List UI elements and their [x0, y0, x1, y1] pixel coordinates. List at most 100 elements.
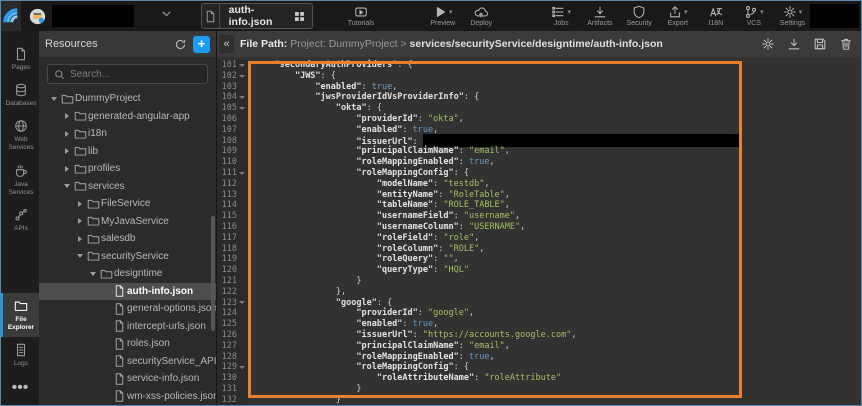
refresh-icon[interactable] — [174, 38, 187, 51]
code-line[interactable]: 125 "enabled": true, — [217, 319, 861, 330]
tree-item-MyJavaService[interactable]: MyJavaService — [39, 213, 216, 231]
caret-right-icon[interactable] — [62, 148, 72, 154]
tree-item-service-info.json[interactable]: service-info.json — [39, 370, 216, 388]
code-line[interactable]: 115 "usernameField": "username", — [217, 211, 861, 222]
code-line[interactable]: 106 "providerId": "okta", — [217, 114, 861, 125]
code-line[interactable]: 123 "google": { — [217, 298, 861, 309]
code-line[interactable]: 103 "enabled": true, — [217, 82, 861, 93]
code-line[interactable]: 118 "roleColumn": "ROLE", — [217, 244, 861, 255]
fold-toggle-icon[interactable] — [237, 172, 246, 175]
tree-item-designtime[interactable]: designtime — [39, 265, 216, 283]
caret-right-icon[interactable] — [75, 201, 85, 207]
collapse-panel-icon[interactable]: « — [219, 35, 234, 53]
code-line[interactable]: 128 "roleMappingEnabled": true, — [217, 352, 861, 363]
menu-security[interactable]: Security — [622, 3, 657, 29]
caret-down-icon[interactable] — [62, 184, 72, 188]
sidebar-item-apis[interactable]: APIs — [1, 202, 39, 238]
file-delete-button[interactable] — [838, 37, 853, 52]
code-line[interactable]: 121 } — [217, 276, 861, 287]
fold-toggle-icon[interactable] — [237, 107, 246, 110]
tree-item-i18n[interactable]: i18n — [39, 125, 216, 143]
tree-item-securityService[interactable]: securityService — [39, 248, 216, 266]
menu-preview[interactable]: ▾ Preview — [425, 3, 460, 29]
code-line[interactable]: 116 "usernameColumn": "USERNAME", — [217, 222, 861, 233]
file-settings-button[interactable] — [760, 37, 775, 52]
tree-item-DummyProject[interactable]: DummyProject — [39, 90, 216, 108]
code-line[interactable]: 108 "issuerUrl": — [217, 136, 861, 147]
caret-right-icon[interactable] — [62, 131, 72, 137]
code-line[interactable]: 105 "okta": { — [217, 103, 861, 114]
sidebar-item-databases[interactable]: Databases — [1, 77, 39, 113]
sidebar-more-icon[interactable]: ••• — [1, 373, 39, 405]
code-line[interactable]: 101 "secondaryAuthProviders": { — [217, 60, 861, 71]
tree-item-lib[interactable]: lib — [39, 143, 216, 161]
caret-down-icon[interactable] — [49, 97, 59, 101]
app-logo[interactable] — [1, 1, 21, 31]
search-input[interactable]: Search... — [47, 64, 208, 84]
caret-down-icon[interactable] — [88, 272, 98, 276]
fold-toggle-icon[interactable] — [237, 301, 246, 304]
code-line[interactable]: 127 "principalClaimName": "email", — [217, 341, 861, 352]
tree-item-salesdb[interactable]: salesdb — [39, 230, 216, 248]
fold-toggle-icon[interactable] — [237, 75, 246, 78]
code-line[interactable]: 120 "queryType": "HQL" — [217, 265, 861, 276]
caret-right-icon[interactable] — [62, 113, 72, 119]
menu-i18n[interactable]: I18N — [699, 3, 733, 29]
caret-right-icon[interactable] — [75, 236, 85, 242]
caret-right-icon[interactable] — [75, 218, 85, 224]
fold-toggle-icon[interactable] — [237, 366, 246, 369]
open-file-tab[interactable]: auth-info.json — [201, 3, 313, 29]
tree-item-general-options.json[interactable]: general-options.json — [39, 300, 216, 318]
fold-toggle-icon[interactable] — [237, 96, 246, 99]
sidebar-item-pages[interactable]: Pages — [1, 41, 39, 77]
code-line[interactable]: 126 "issuerUrl": "https://accounts.googl… — [217, 330, 861, 341]
fold-toggle-icon[interactable] — [237, 64, 246, 67]
tree-item-securityService_API.json[interactable]: securityService_API.json — [39, 353, 216, 371]
code-line[interactable]: 117 "roleField": "role", — [217, 233, 861, 244]
file-save-button[interactable] — [812, 37, 827, 52]
code-line[interactable]: 129 "roleMappingConfig": { — [217, 362, 861, 373]
sidebar-item-web-services[interactable]: Web Services — [1, 113, 39, 157]
menu-tutorials[interactable]: Tutorials — [343, 3, 380, 29]
sidebar-item-java-services[interactable]: Java Services — [1, 158, 39, 202]
code-line[interactable]: 110 "roleMappingEnabled": true, — [217, 157, 861, 168]
tree-item-intercept-urls.json[interactable]: intercept-urls.json — [39, 318, 216, 336]
tree-scrollbar[interactable] — [211, 216, 215, 331]
menu-deploy[interactable]: Deploy — [464, 3, 498, 29]
code-line[interactable]: 131 } — [217, 384, 861, 395]
code-editor[interactable]: 101 "secondaryAuthProviders": { 102 "JWS… — [217, 57, 861, 405]
grid-view-icon[interactable] — [293, 10, 306, 23]
code-line[interactable]: 112 "modelName": "testdb", — [217, 179, 861, 190]
menu-artifacts[interactable]: Artifacts — [582, 3, 617, 29]
code-line[interactable]: 124 "providerId": "google", — [217, 308, 861, 319]
tree-item-services[interactable]: services — [39, 178, 216, 196]
menu-settings[interactable]: ▾ Settings — [775, 3, 810, 29]
tree-item-wm-xss-policies.json[interactable]: wm-xss-policies.json — [39, 388, 216, 406]
sidebar-item-file-explorer[interactable]: File Explorer — [1, 293, 39, 337]
file-download-button[interactable] — [786, 37, 801, 52]
menu-jobs[interactable]: ▾ Jobs — [544, 3, 578, 29]
caret-right-icon[interactable] — [62, 166, 72, 172]
code-line[interactable]: 102 "JWS": { — [217, 71, 861, 82]
menu-export[interactable]: ▾ Export — [661, 3, 695, 29]
tree-item-profiles[interactable]: profiles — [39, 160, 216, 178]
sidebar-item-logs[interactable]: Logs — [1, 337, 39, 373]
code-line[interactable]: 122 }, — [217, 287, 861, 298]
code-line[interactable]: 132 } — [217, 395, 861, 405]
menu-vcs[interactable]: ▾ VCS — [737, 3, 771, 29]
code-line[interactable]: 109 "principalClaimName": "email", — [217, 146, 861, 157]
tree-item-roles.json[interactable]: roles.json — [39, 335, 216, 353]
tree-item-FileService[interactable]: FileService — [39, 195, 216, 213]
code-line[interactable]: 104 "jwsProviderIdVsProviderInfo": { — [217, 92, 861, 103]
project-switcher[interactable] — [29, 5, 134, 27]
code-line[interactable]: 130 "roleAttributeName": "roleAttribute" — [217, 373, 861, 384]
tree-item-auth-info.json[interactable]: auth-info.json — [39, 283, 216, 301]
code-line[interactable]: 113 "entityName": "RoleTable", — [217, 190, 861, 201]
caret-down-icon[interactable] — [75, 254, 85, 258]
code-line[interactable]: 111 "roleMappingConfig": { — [217, 168, 861, 179]
add-resource-button[interactable]: + — [193, 36, 210, 53]
code-line[interactable]: 114 "tableName": "ROLE_TABLE", — [217, 200, 861, 211]
project-dropdown-chevron-icon[interactable] — [160, 7, 173, 25]
tree-item-generated-angular-app[interactable]: generated-angular-app — [39, 108, 216, 126]
code-line[interactable]: 119 "roleQuery": "", — [217, 254, 861, 265]
